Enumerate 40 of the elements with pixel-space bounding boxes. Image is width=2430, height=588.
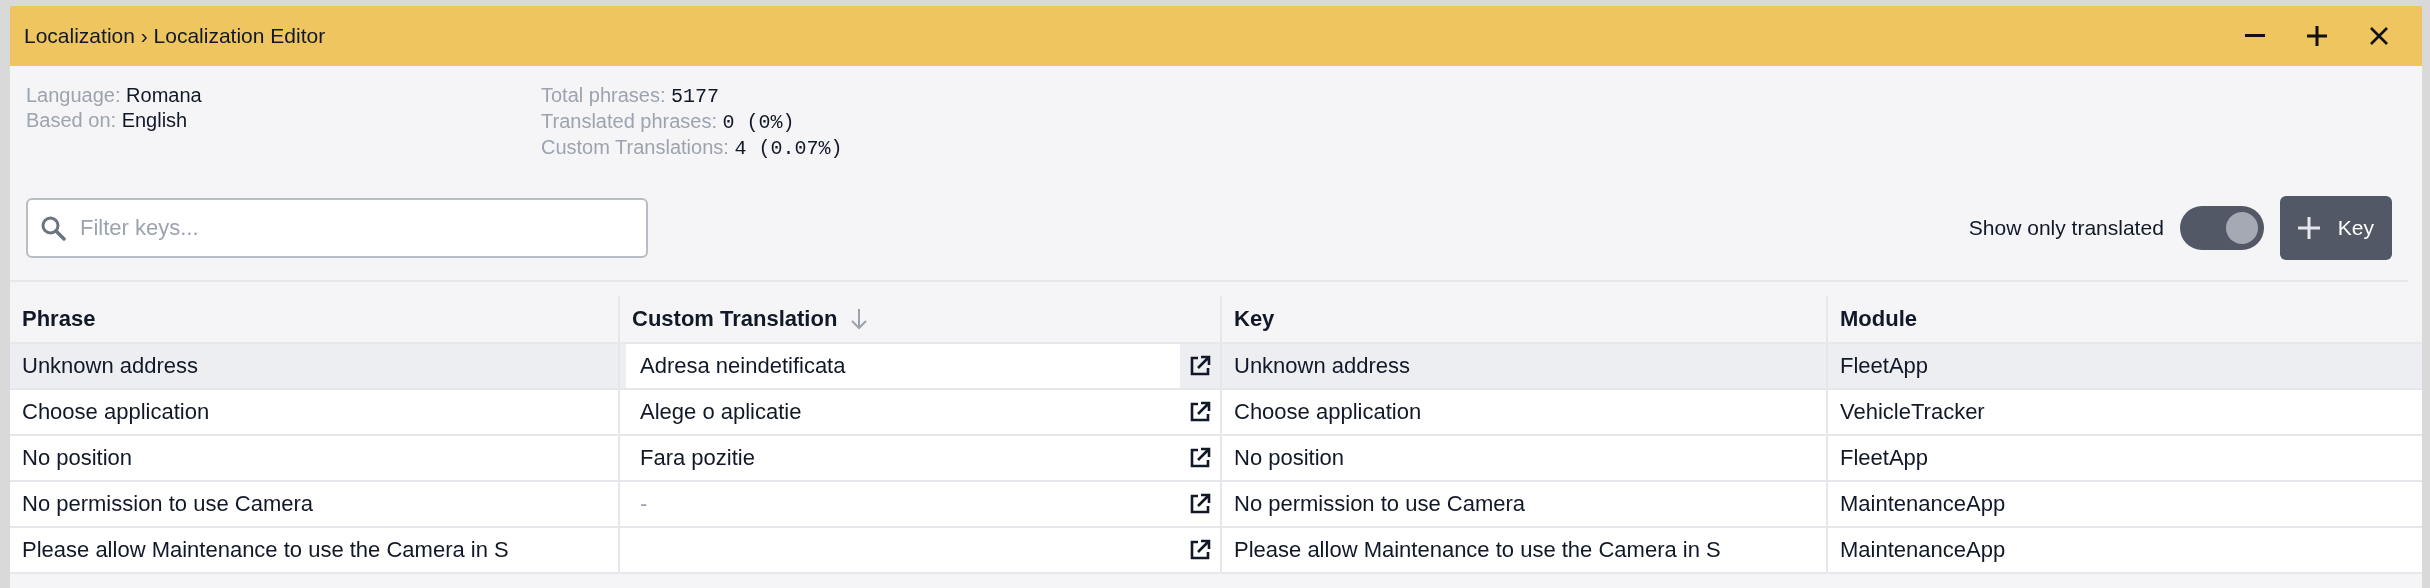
stat-label: Total phrases: bbox=[541, 84, 666, 106]
translation-cell[interactable]: Adresa neindetificata bbox=[626, 344, 1180, 388]
table-row[interactable]: No position Fara pozitie No position FleetApp bbox=[10, 436, 2422, 482]
stat-value: 4 (0.07%) bbox=[734, 137, 843, 160]
stat-value: 5177 bbox=[671, 85, 720, 108]
external-link-icon[interactable] bbox=[1188, 354, 1212, 378]
table-row[interactable]: Please allow Maintenance to use the Camera in S Please allow Maintenance to use the Camera in S MaintenanceApp bbox=[10, 528, 2422, 574]
external-link-icon[interactable] bbox=[1188, 446, 1212, 470]
stat-label: Translated phrases: bbox=[541, 110, 717, 132]
plus-icon bbox=[2307, 26, 2327, 46]
column-header[interactable]: Custom Translation bbox=[632, 306, 838, 332]
translation-cell[interactable]: Alege o aplicatie bbox=[626, 390, 1180, 434]
table-row[interactable]: No permission to use Camera - No permission to use Camera MaintenanceApp bbox=[10, 482, 2422, 528]
info-label: Language: bbox=[26, 84, 121, 106]
info-value: English bbox=[121, 109, 188, 131]
column-header[interactable]: Phrase bbox=[22, 306, 96, 332]
stat-value: 0 (0%) bbox=[722, 111, 795, 134]
table-cell: MaintenanceApp bbox=[1826, 528, 2422, 574]
external-link-icon[interactable] bbox=[1188, 538, 1212, 562]
plus-icon bbox=[2297, 217, 2320, 239]
add-key-button[interactable]: Key bbox=[2279, 196, 2392, 260]
table-cell: Please allow Maintenance to use the Camera in S bbox=[10, 528, 618, 574]
close-icon bbox=[2370, 27, 2388, 45]
stat-label: Custom Translations: bbox=[541, 136, 729, 158]
window-title: Localization › Localization Editor bbox=[24, 24, 327, 48]
search-icon bbox=[40, 215, 66, 241]
column-header[interactable]: Key bbox=[1234, 306, 1275, 332]
filter-field[interactable]: Filter keys... bbox=[26, 198, 648, 258]
toggle-label: Show only translated bbox=[1968, 216, 2164, 240]
table-cell: Please allow Maintenance to use the Camera in S bbox=[1220, 528, 1826, 574]
column-header[interactable]: Module bbox=[1840, 306, 1917, 332]
external-link-icon[interactable] bbox=[1188, 492, 1212, 516]
toggle-switch[interactable] bbox=[2179, 206, 2264, 250]
table-row[interactable]: Unknown address Adresa neindetificata Unknown address FleetApp bbox=[10, 344, 2422, 390]
translation-cell[interactable]: Fara pozitie bbox=[626, 436, 1180, 480]
minimize-icon bbox=[2245, 34, 2265, 38]
external-link-icon[interactable] bbox=[1188, 400, 1212, 424]
table-row[interactable]: Choose application Alege o aplicatie Choose application VehicleTracker bbox=[10, 390, 2422, 436]
info-value: Romana bbox=[126, 84, 202, 106]
info-label: Based on: bbox=[26, 109, 117, 131]
